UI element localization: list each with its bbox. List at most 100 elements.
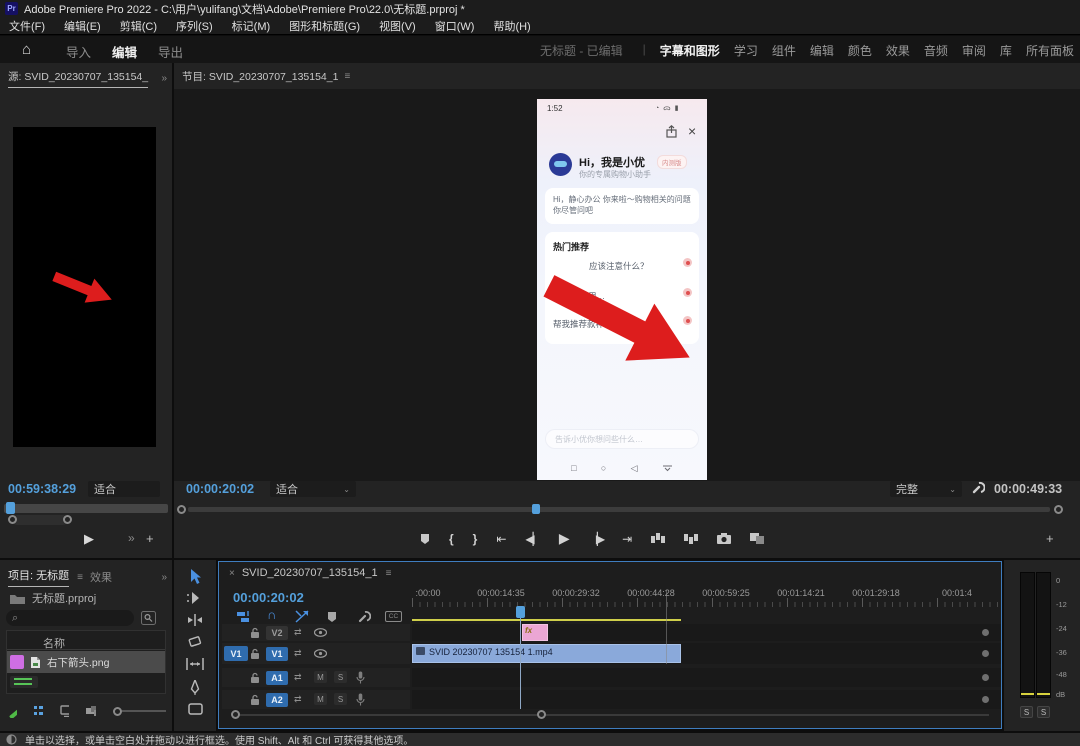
ripple-edit-tool[interactable]	[174, 614, 216, 626]
hand-tool[interactable]	[174, 703, 216, 715]
extract-icon[interactable]	[684, 533, 698, 544]
nav-back-icon[interactable]: ◁	[631, 463, 638, 474]
workspace-captions-graphics[interactable]: 字幕和图形	[660, 42, 720, 59]
track-lane-a1[interactable]	[412, 668, 1001, 687]
solo-left-button[interactable]: S	[1020, 706, 1033, 718]
zoom-handle-right[interactable]	[63, 515, 72, 524]
step-back-icon[interactable]: ◀▏	[525, 532, 539, 546]
project-tab[interactable]: 项目: 无标题	[8, 567, 69, 587]
pen-tool[interactable]	[174, 680, 216, 695]
source-patch-v1[interactable]: V1	[224, 646, 248, 661]
sync-lock-icon[interactable]: ⇄	[294, 648, 302, 659]
track-target-v2[interactable]: V2	[266, 626, 288, 640]
step-forward-icon[interactable]: ▕▶	[589, 532, 603, 546]
track-scroll-handle[interactable]	[982, 650, 989, 657]
linked-selection-icon[interactable]	[295, 610, 309, 623]
sync-lock-icon[interactable]: ⇄	[294, 627, 302, 638]
voiceover-mic-icon[interactable]	[356, 671, 365, 684]
timeline-settings-wrench-icon[interactable]	[357, 610, 371, 624]
hscroll-handle-left[interactable]	[231, 710, 240, 719]
timeline-playhead-head[interactable]	[516, 606, 525, 618]
hscroll-handle-right[interactable]	[537, 710, 546, 719]
workspace-review[interactable]: 审阅	[962, 42, 986, 59]
program-zoom-handle-left[interactable]	[177, 505, 186, 514]
selection-tool[interactable]	[174, 568, 216, 585]
workspace-learning[interactable]: 学习	[734, 42, 758, 59]
panel-menu-icon[interactable]: ≡	[386, 568, 391, 579]
nav-recent-icon[interactable]: □	[571, 463, 576, 473]
lock-icon[interactable]	[250, 672, 260, 683]
snap-magnet-icon[interactable]: ∩	[267, 607, 276, 622]
nest-insert-icon[interactable]	[237, 610, 251, 623]
mode-export[interactable]: 导出	[158, 42, 183, 61]
track-lane-v2[interactable]: fx	[412, 624, 1001, 641]
slip-tool[interactable]	[174, 658, 216, 670]
source-more-buttons-icon[interactable]: »	[128, 531, 134, 545]
project-tab-menu-icon[interactable]: ≡	[77, 572, 82, 583]
mode-edit[interactable]: 编辑	[112, 42, 137, 61]
source-play-button[interactable]: ▶	[84, 531, 94, 547]
list-item-selected[interactable]: 右下箭头.png	[7, 651, 165, 673]
track-target-v1[interactable]: V1	[266, 647, 288, 661]
voiceover-mic-icon[interactable]	[356, 693, 365, 706]
share-icon[interactable]	[665, 125, 678, 138]
program-zoom-select[interactable]: 适合 ⌄	[270, 481, 356, 497]
workspace-color[interactable]: 颜色	[848, 42, 872, 59]
panel-menu-icon[interactable]: ≡	[344, 71, 349, 82]
hot-item-1-icon[interactable]	[683, 258, 692, 267]
program-scrub-bar[interactable]	[188, 507, 1050, 512]
track-scroll-handle[interactable]	[982, 674, 989, 681]
track-visibility-eye-icon[interactable]	[314, 649, 327, 658]
lock-icon[interactable]	[250, 648, 260, 659]
solo-button[interactable]: S	[334, 693, 347, 705]
mute-button[interactable]: M	[314, 693, 327, 705]
clip-v2-png[interactable]: fx	[522, 624, 548, 641]
freeform-view-icon[interactable]	[86, 705, 96, 717]
timeline-tab[interactable]: SVID_20230707_135154_1	[242, 567, 378, 579]
menu-view[interactable]: 视图(V)	[379, 18, 416, 34]
sync-lock-icon[interactable]: ⇄	[294, 694, 302, 705]
menu-clip[interactable]: 剪辑(C)	[120, 18, 157, 34]
workspace-libraries[interactable]: 库	[1000, 42, 1012, 59]
nav-keyboard-icon[interactable]	[662, 464, 673, 472]
timeline-timecode[interactable]: 00:00:20:02	[233, 590, 304, 605]
track-select-forward-tool[interactable]	[174, 592, 216, 604]
workspace-effects[interactable]: 效果	[886, 42, 910, 59]
chat-input[interactable]: 告诉小优你想问些什么…	[545, 429, 699, 449]
source-playhead[interactable]	[6, 502, 15, 514]
menu-graphics[interactable]: 图形和标题(G)	[289, 18, 360, 34]
source-video-area[interactable]	[13, 127, 156, 447]
workspace-audio[interactable]: 音频	[924, 42, 948, 59]
source-timecode[interactable]: 00:59:38:29	[8, 482, 76, 496]
go-to-out-icon[interactable]: ⇥	[622, 532, 632, 546]
lift-icon[interactable]	[651, 533, 665, 544]
program-tab[interactable]: 节目: SVID_20230707_135154_1	[182, 69, 338, 84]
panel-overflow-icon[interactable]: »	[161, 73, 166, 84]
track-lane-a2[interactable]	[412, 690, 1001, 709]
menu-markers[interactable]: 标记(M)	[232, 18, 271, 34]
program-playhead[interactable]	[532, 504, 540, 514]
source-add-button[interactable]: +	[146, 531, 154, 546]
export-frame-icon[interactable]	[717, 533, 731, 544]
panel-overflow-icon[interactable]: »	[161, 572, 166, 583]
close-icon[interactable]: ×	[688, 123, 696, 139]
list-view-icon[interactable]	[34, 705, 43, 717]
workspace-assembly[interactable]: 组件	[772, 42, 796, 59]
play-button[interactable]: ▶	[559, 530, 570, 547]
filter-bin-icon[interactable]	[141, 611, 156, 625]
menu-window[interactable]: 窗口(W)	[435, 18, 475, 34]
icon-view-icon[interactable]	[60, 705, 69, 717]
source-scrub-bar[interactable]	[4, 504, 168, 513]
clip-v1-video[interactable]: SVID 20230707 135154 1.mp4	[412, 644, 681, 663]
add-marker-icon[interactable]	[327, 611, 337, 623]
captions-icon[interactable]: CC	[385, 611, 402, 622]
label-color-chip[interactable]	[10, 655, 24, 669]
zoom-handle-left[interactable]	[8, 515, 17, 524]
mark-out-icon[interactable]: }	[473, 532, 478, 546]
program-zoom-handle-right[interactable]	[1054, 505, 1063, 514]
close-tab-icon[interactable]: ×	[229, 568, 234, 579]
program-quality-select[interactable]: 完整 ⌄	[890, 481, 962, 497]
razor-tool[interactable]	[174, 636, 216, 649]
workspace-editing[interactable]: 编辑	[810, 42, 834, 59]
program-video-area[interactable]: 1:52 ◔ ᯅ ▮ × Hi，我是小优 内测版 你的专属购物小助手 Hi，静心…	[174, 89, 1080, 481]
